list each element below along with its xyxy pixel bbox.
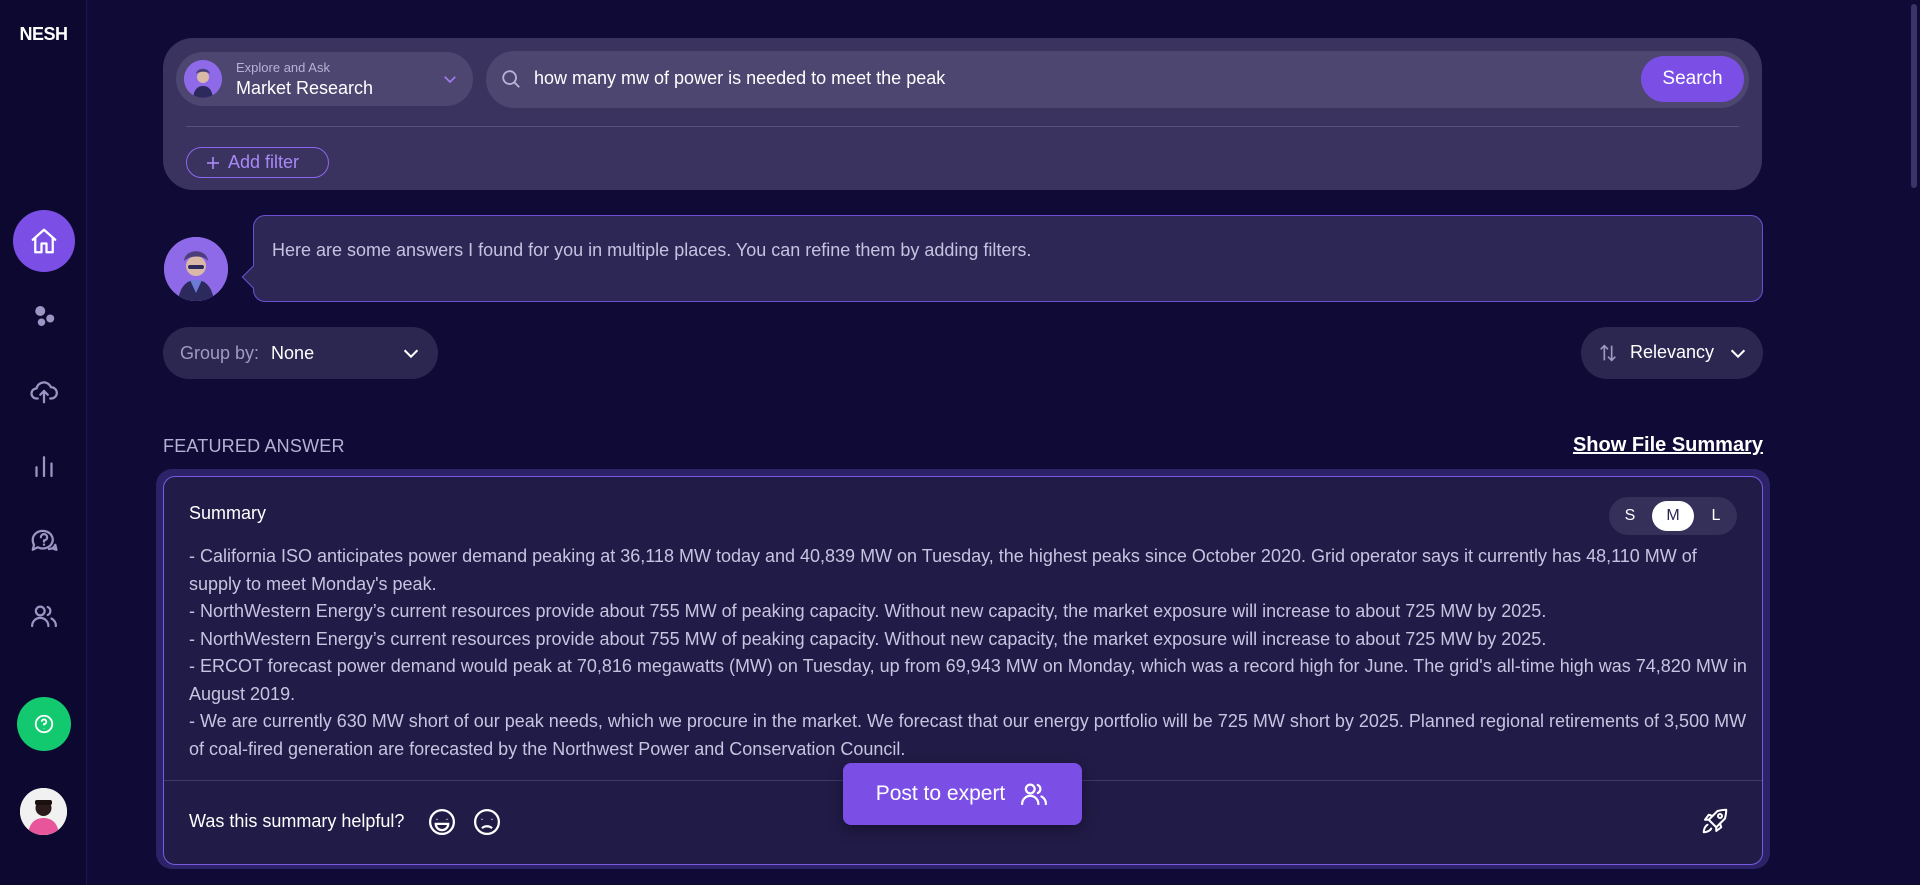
post-to-expert-label: Post to expert <box>875 782 1006 805</box>
sidebar-item-home[interactable] <box>13 210 75 272</box>
size-option-s[interactable]: S <box>1609 501 1651 531</box>
search-input[interactable]: how many mw of power is needed to meet t… <box>486 51 1749 108</box>
group-by-label: Group by: <box>180 342 260 363</box>
chat-question-icon <box>31 529 58 551</box>
chevron-down-icon <box>403 349 419 359</box>
search-button[interactable]: Search <box>1641 56 1744 102</box>
home-icon <box>31 228 57 254</box>
search-panel: Explore and Ask Market Research how many… <box>163 38 1762 190</box>
user-avatar[interactable] <box>20 788 67 835</box>
rocket-icon[interactable] <box>1700 806 1730 836</box>
assistant-avatar <box>184 60 222 98</box>
source-selector[interactable]: Explore and Ask Market Research <box>176 52 473 106</box>
sort-value: Relevancy <box>1630 342 1715 362</box>
users-icon <box>1021 783 1048 806</box>
panel-divider <box>186 126 1739 127</box>
post-to-expert-button[interactable]: Post to expert <box>843 763 1082 825</box>
bar-chart-icon <box>35 456 53 478</box>
summary-line: - California ISO anticipates power deman… <box>189 546 1697 594</box>
sidebar-item-upload[interactable] <box>13 360 75 422</box>
sidebar-item-questions[interactable] <box>13 510 75 572</box>
question-icon <box>34 714 54 734</box>
add-filter-button[interactable]: Add filter <box>186 147 329 178</box>
sidebar-item-bubbles[interactable] <box>13 285 75 347</box>
show-file-summary-link[interactable]: Show File Summary <box>1573 434 1763 457</box>
sidebar-item-analytics[interactable] <box>13 435 75 497</box>
users-icon <box>31 605 57 628</box>
summary-line: - ERCOT forecast power demand would peak… <box>189 656 1747 704</box>
bot-avatar <box>164 237 228 301</box>
bubble-tail <box>241 265 265 289</box>
bot-message-bubble: Here are some answers I found for you in… <box>241 215 1763 302</box>
summary-text: - California ISO anticipates power deman… <box>189 543 1749 763</box>
bot-message: Here are some answers I found for you in… <box>272 240 1032 260</box>
plus-icon <box>207 156 219 169</box>
add-filter-label: Add filter <box>228 152 300 172</box>
group-by-select[interactable]: Group by: None <box>163 327 438 379</box>
size-option-m[interactable]: M <box>1652 501 1694 531</box>
user-avatar-image <box>20 788 67 835</box>
summary-title: Summary <box>189 503 267 523</box>
search-query[interactable]: how many mw of power is needed to meet t… <box>534 68 945 89</box>
search-icon <box>502 70 520 88</box>
scrollbar-thumb[interactable] <box>1911 4 1917 188</box>
sidebar: NESH <box>0 0 87 885</box>
chevron-down-icon <box>444 76 456 84</box>
size-option-l[interactable]: L <box>1695 501 1737 531</box>
chevron-down-icon <box>1730 349 1746 359</box>
help-button[interactable] <box>17 697 71 751</box>
sort-select[interactable]: Relevancy <box>1581 327 1763 379</box>
summary-line: - NorthWestern Energy’s current resource… <box>189 628 1547 649</box>
happy-face-icon[interactable] <box>427 807 457 837</box>
sad-face-icon[interactable] <box>472 807 502 837</box>
sort-icon <box>1600 344 1616 362</box>
source-caption: Explore and Ask <box>236 60 330 75</box>
group-by-value: None <box>271 342 315 363</box>
summary-size-toggle: S M L <box>1609 497 1737 535</box>
cloud-upload-icon <box>30 381 58 404</box>
bubbles-icon <box>35 306 55 326</box>
summary-line: - We are currently 630 MW short of our p… <box>189 711 1747 759</box>
source-value: Market Research <box>236 78 374 98</box>
summary-line: - NorthWestern Energy’s current resource… <box>189 601 1547 621</box>
scrollbar[interactable] <box>1908 0 1920 885</box>
featured-answer-heading: FEATURED ANSWER <box>163 436 345 456</box>
sidebar-item-users[interactable] <box>13 585 75 647</box>
app-logo[interactable]: NESH <box>0 24 87 45</box>
helpful-prompt: Was this summary helpful? <box>189 811 405 831</box>
